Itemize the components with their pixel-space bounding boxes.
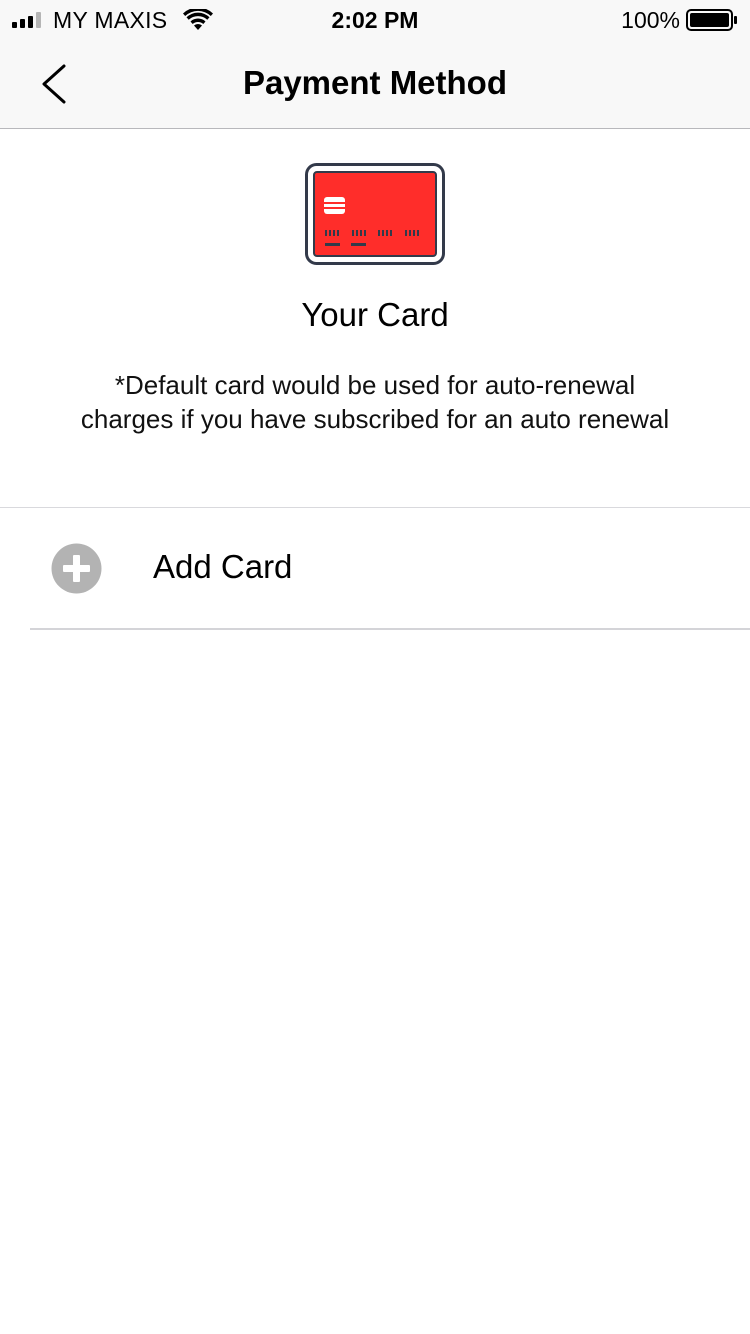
plus-circle-icon xyxy=(51,543,102,594)
battery-percentage: 100% xyxy=(621,7,680,33)
default-card-note: *Default card would be used for auto-ren… xyxy=(30,368,720,436)
add-card-button[interactable]: Add Card xyxy=(0,508,750,628)
add-card-label: Add Card xyxy=(153,548,293,585)
note-line-1: *Default card would be used for auto-ren… xyxy=(114,370,636,400)
note-line-2: charges if you have subscribed for an au… xyxy=(80,404,670,434)
credit-card-icon xyxy=(305,163,445,265)
status-bar: MY MAXIS 2:02 PM 100% xyxy=(0,0,750,40)
navigation-bar: Payment Method xyxy=(0,40,750,129)
page-title: Payment Method xyxy=(242,64,508,101)
battery-icon xyxy=(686,9,737,31)
your-card-title: Your Card xyxy=(301,296,449,333)
divider xyxy=(30,628,750,630)
